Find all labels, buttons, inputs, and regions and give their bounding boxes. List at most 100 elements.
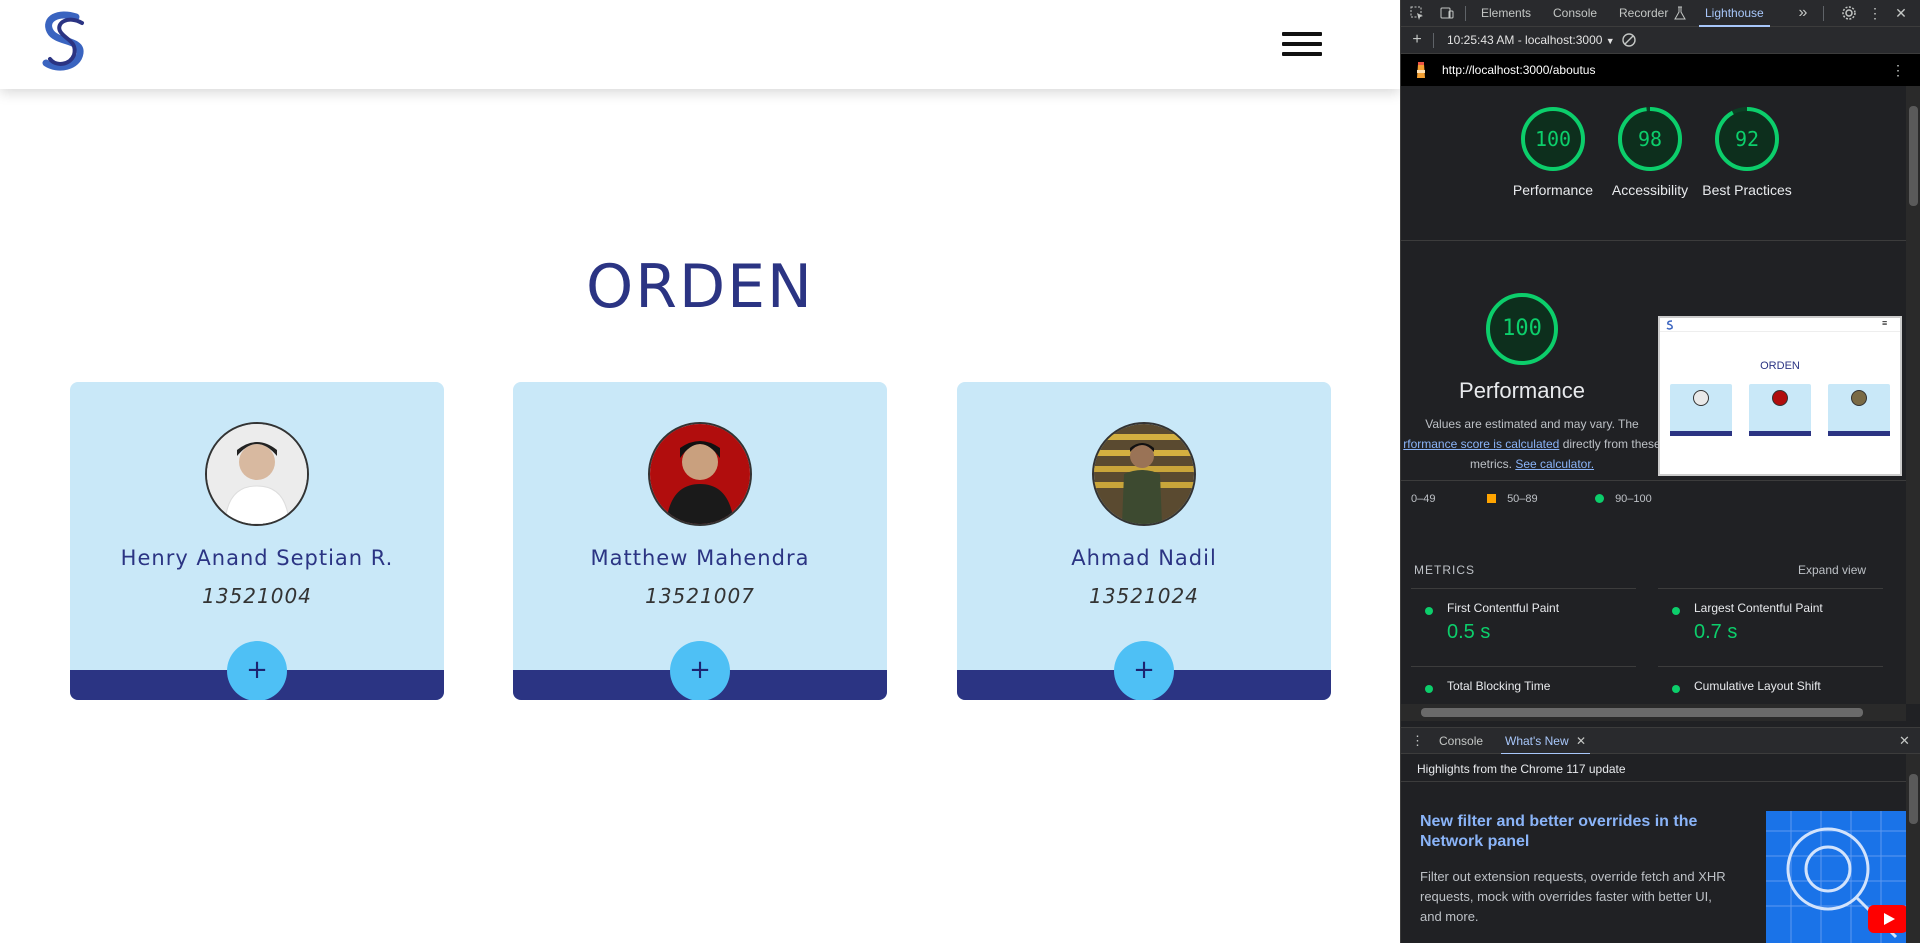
score-gauge-accessibility[interactable]: 98 bbox=[1617, 106, 1683, 172]
menu-bar-line bbox=[1282, 52, 1322, 56]
experiment-flask-icon bbox=[1674, 6, 1686, 20]
member-nim: 13521004 bbox=[202, 584, 312, 608]
drawer-tab-console[interactable]: Console bbox=[1439, 734, 1483, 748]
report-vertical-scrollbar[interactable] bbox=[1906, 86, 1920, 704]
toolbar-divider bbox=[1433, 33, 1434, 48]
member-avatar bbox=[205, 422, 309, 526]
section-divider bbox=[1401, 781, 1906, 782]
person-photo-icon bbox=[650, 424, 750, 524]
metric-pass-dot-icon bbox=[1425, 685, 1433, 693]
legend-pass-label: 90–100 bbox=[1615, 493, 1652, 505]
expand-view-toggle[interactable]: Expand view bbox=[1798, 563, 1866, 577]
kebab-menu-icon[interactable]: ⋮ bbox=[1867, 5, 1883, 21]
report-selector[interactable]: 10:25:43 AM - localhost:3000 ▼ bbox=[1447, 33, 1615, 47]
thumb-card-bar bbox=[1749, 431, 1811, 436]
whats-new-drawer: Highlights from the Chrome 117 update Ne… bbox=[1401, 754, 1920, 943]
expand-plus-button[interactable]: + bbox=[670, 641, 730, 700]
performance-big-gauge: 100 bbox=[1485, 292, 1559, 366]
drawer-vertical-scrollbar[interactable] bbox=[1906, 754, 1920, 943]
report-horizontal-scrollbar[interactable] bbox=[1401, 704, 1906, 721]
legend-fail-label: 0–49 bbox=[1411, 493, 1436, 505]
close-drawer-icon[interactable]: ✕ bbox=[1899, 733, 1910, 749]
scrollbar-thumb[interactable] bbox=[1909, 774, 1918, 824]
metric-tbt: Total Blocking Time bbox=[1411, 666, 1636, 704]
legend-pass: 90–100 bbox=[1595, 493, 1652, 505]
drawer-tab-whats-new[interactable]: What's New ✕ bbox=[1501, 728, 1591, 755]
thumb-card-bar bbox=[1670, 431, 1732, 436]
person-photo-icon bbox=[1094, 424, 1194, 524]
metric-pass-dot-icon bbox=[1672, 607, 1680, 615]
section-divider bbox=[1401, 480, 1906, 481]
device-toolbar-icon[interactable] bbox=[1439, 5, 1455, 21]
report-selector-label: 10:25:43 AM - localhost:3000 bbox=[1447, 33, 1603, 47]
thumb-avatar bbox=[1772, 390, 1788, 406]
lighthouse-report: 100 Performance 98 Accessibility 92 Best… bbox=[1401, 86, 1906, 704]
whats-new-title-link[interactable]: New filter and better overrides in the N… bbox=[1420, 812, 1720, 852]
expand-plus-button[interactable]: + bbox=[227, 641, 287, 700]
score-gauge-best-practices[interactable]: 92 bbox=[1714, 106, 1780, 172]
page-title: ORDEN bbox=[586, 252, 814, 322]
drawer-menu-kebab-icon[interactable]: ⋮ bbox=[1411, 733, 1424, 749]
tab-recorder[interactable]: Recorder bbox=[1619, 0, 1668, 27]
performance-title: Performance bbox=[1459, 378, 1585, 403]
legend-average-label: 50–89 bbox=[1507, 493, 1538, 505]
drawer-tab-bar: ⋮ Console What's New ✕ ✕ bbox=[1401, 727, 1920, 755]
thumb-avatar bbox=[1693, 390, 1709, 406]
metric-label: Largest Contentful Paint bbox=[1694, 601, 1823, 615]
member-card: Henry Anand Septian R. 13521004 + bbox=[70, 382, 444, 700]
whats-new-description: Filter out extension requests, override … bbox=[1420, 869, 1726, 924]
metric-lcp: Largest Contentful Paint 0.7 s bbox=[1658, 588, 1883, 650]
person-photo-icon bbox=[207, 424, 307, 524]
navbar bbox=[0, 0, 1400, 89]
tab-lighthouse[interactable]: Lighthouse bbox=[1699, 0, 1770, 27]
thumb-card bbox=[1670, 384, 1732, 436]
close-devtools-icon[interactable]: ✕ bbox=[1893, 5, 1909, 21]
metric-pass-dot-icon bbox=[1672, 685, 1680, 693]
see-calculator-link[interactable]: See calculator. bbox=[1515, 457, 1594, 471]
thumb-avatar bbox=[1851, 390, 1867, 406]
inspect-element-icon[interactable] bbox=[1409, 5, 1425, 21]
legend-fail: 0–49 bbox=[1411, 493, 1435, 505]
clear-block-icon[interactable] bbox=[1621, 32, 1637, 48]
member-nim: 13521007 bbox=[645, 584, 755, 608]
legend-circle-icon bbox=[1595, 494, 1604, 503]
metric-value: 0.7 s bbox=[1694, 621, 1738, 643]
lighthouse-logo-icon bbox=[1417, 62, 1425, 78]
thumb-navbar: ≡ bbox=[1660, 318, 1900, 332]
scrollbar-thumb[interactable] bbox=[1421, 708, 1863, 717]
performance-score: 100 bbox=[1502, 316, 1542, 341]
new-report-plus-icon[interactable]: + bbox=[1409, 32, 1425, 48]
settings-gear-icon[interactable] bbox=[1841, 5, 1857, 21]
member-nim: 13521024 bbox=[1089, 584, 1199, 608]
youtube-play-icon[interactable] bbox=[1868, 905, 1906, 933]
tab-console[interactable]: Console bbox=[1553, 0, 1597, 27]
scrollbar-thumb[interactable] bbox=[1909, 106, 1918, 206]
perf-desc-text: Values are estimated and may vary. The bbox=[1425, 417, 1639, 431]
more-tabs-chevron-icon[interactable]: » bbox=[1795, 5, 1811, 21]
close-tab-icon[interactable]: ✕ bbox=[1576, 734, 1586, 748]
orden-s-logo-icon[interactable] bbox=[38, 9, 90, 73]
member-name: Henry Anand Septian R. bbox=[120, 546, 394, 570]
dropdown-caret-icon: ▼ bbox=[1605, 36, 1615, 46]
score-label: Accessibility bbox=[1611, 182, 1689, 198]
hamburger-menu-icon[interactable] bbox=[1282, 32, 1322, 58]
score-label: Performance bbox=[1512, 182, 1594, 198]
expand-plus-button[interactable]: + bbox=[1114, 641, 1174, 700]
devtools-panel: Elements Console Recorder Lighthouse » ⋮… bbox=[1400, 0, 1920, 943]
page-screenshot-thumbnail[interactable]: ≡ ORDEN bbox=[1658, 316, 1902, 476]
score-gauge-performance[interactable]: 100 bbox=[1520, 106, 1586, 172]
url-menu-kebab-icon[interactable]: ⋮ bbox=[1891, 62, 1905, 79]
perf-score-calc-link[interactable]: rformance score is calculated bbox=[1403, 437, 1559, 451]
metric-cls: Cumulative Layout Shift bbox=[1658, 666, 1883, 704]
score-label: Best Practices bbox=[1702, 182, 1792, 198]
whats-new-video-thumbnail[interactable] bbox=[1766, 811, 1906, 943]
audited-url[interactable]: http://localhost:3000/aboutus bbox=[1442, 63, 1595, 77]
toolbar-divider bbox=[1465, 6, 1466, 21]
legend-average: 50–89 bbox=[1487, 493, 1538, 505]
member-avatar bbox=[1092, 422, 1196, 526]
metric-label: Total Blocking Time bbox=[1447, 679, 1551, 693]
thumb-card-bar bbox=[1828, 431, 1890, 436]
devtools-tab-bar: Elements Console Recorder Lighthouse » ⋮… bbox=[1401, 0, 1920, 27]
tab-elements[interactable]: Elements bbox=[1481, 0, 1531, 27]
drawer-tab-label: What's New bbox=[1505, 734, 1569, 748]
